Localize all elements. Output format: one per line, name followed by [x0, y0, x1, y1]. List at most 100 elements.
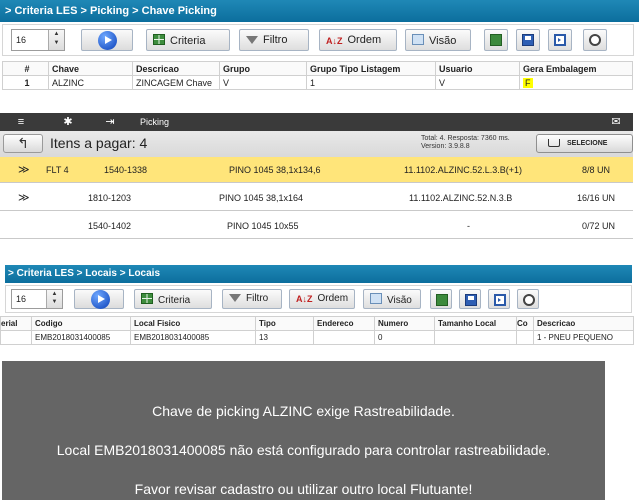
- col-serial[interactable]: erial: [0, 316, 32, 331]
- sort-icon: A↓Z: [296, 294, 313, 304]
- cell-chave: ALZINC: [48, 75, 133, 90]
- message-line-2: Local EMB2018031400085 não está configur…: [56, 442, 551, 458]
- error-message-box: Chave de picking ALZINC exige Rastreabil…: [2, 361, 605, 500]
- col-num[interactable]: #: [2, 61, 49, 76]
- toolbar: 16 ▲ ▼ Criteria Filtro A↓Z Ordem Visão: [2, 24, 634, 56]
- col-usuario[interactable]: Usuario: [435, 61, 520, 76]
- filtro-button[interactable]: Filtro: [239, 29, 309, 51]
- col-grupo-tipo[interactable]: Grupo Tipo Listagem: [306, 61, 436, 76]
- tools-button[interactable]: [583, 29, 607, 51]
- page-size-value: 16: [16, 35, 27, 45]
- execute-button[interactable]: [74, 289, 124, 309]
- col-chave[interactable]: Chave: [48, 61, 133, 76]
- save-icon: [465, 294, 477, 306]
- wrench-icon: [589, 34, 601, 46]
- cell-co: [516, 330, 534, 345]
- export-excel-button[interactable]: [484, 29, 508, 51]
- picking-item-row[interactable]: ≫ 1810-1203 PINO 1045 38,1x164 11.1102.A…: [0, 185, 633, 211]
- item-location: -: [467, 221, 470, 231]
- col-codigo[interactable]: Codigo: [31, 316, 131, 331]
- toolbar: 16 ▲ ▼ Criteria Filtro A↓Z Ordem Visão: [5, 285, 632, 313]
- table-row[interactable]: 1 ALZINC ZINCAGEM Chave V 1 V F: [2, 75, 633, 90]
- chave-picking-table: # Chave Descricao Grupo Grupo Tipo Lista…: [2, 61, 633, 90]
- back-button[interactable]: ↰: [3, 134, 43, 153]
- item-description: PINO 1045 38,1x164: [219, 193, 304, 203]
- col-endereco[interactable]: Endereco: [313, 316, 375, 331]
- cell-codigo: EMB2018031400085: [31, 330, 131, 345]
- table-header: # Chave Descricao Grupo Grupo Tipo Lista…: [2, 61, 633, 76]
- check-icon[interactable]: ≫: [18, 163, 30, 176]
- execute-button[interactable]: [81, 29, 133, 51]
- col-numero[interactable]: Numero: [374, 316, 435, 331]
- item-flt: FLT 4: [46, 165, 69, 175]
- page-size-stepper[interactable]: 16 ▲ ▼: [11, 289, 63, 309]
- wrench-icon: [523, 294, 535, 306]
- navigate-button[interactable]: [548, 29, 572, 51]
- criteria-button[interactable]: Criteria: [134, 289, 212, 309]
- check-icon[interactable]: ≫: [18, 191, 30, 204]
- chave-picking-panel: > Criteria LES > Picking > Chave Picking…: [0, 0, 639, 100]
- col-descricao[interactable]: Descricao: [132, 61, 220, 76]
- save-button[interactable]: [459, 289, 481, 309]
- save-button[interactable]: [516, 29, 540, 51]
- stepper-arrows[interactable]: ▲ ▼: [46, 290, 62, 308]
- message-line-3: Favor revisar cadastro ou utilizar outro…: [134, 481, 473, 497]
- view-icon: [370, 293, 382, 304]
- ordem-button[interactable]: A↓Z Ordem: [319, 29, 397, 51]
- play-icon: [91, 290, 110, 309]
- excel-icon: [490, 34, 502, 46]
- page-size-value: 16: [16, 294, 27, 304]
- navigate-icon: [554, 34, 566, 46]
- funnel-icon: [246, 36, 258, 44]
- breadcrumb: > Criteria LES > Picking > Chave Picking: [0, 0, 639, 22]
- col-gera-embalagem[interactable]: Gera Embalagem: [519, 61, 633, 76]
- cell-tipo: 13: [255, 330, 314, 345]
- table-row[interactable]: EMB2018031400085 EMB2018031400085 13 0 1…: [0, 330, 634, 345]
- criteria-button[interactable]: Criteria: [146, 29, 230, 51]
- item-code: 1810-1203: [88, 193, 132, 203]
- picking-item-row[interactable]: ≫ FLT 4 1540-1338 PINO 1045 38,1x134,6 1…: [0, 157, 633, 183]
- selecione-button[interactable]: SELECIONE: [536, 134, 633, 153]
- col-grupo[interactable]: Grupo: [219, 61, 307, 76]
- col-tamanho-local[interactable]: Tamanho Local: [434, 316, 517, 331]
- page-size-stepper[interactable]: 16 ▲ ▼: [11, 29, 65, 51]
- col-tipo[interactable]: Tipo: [255, 316, 314, 331]
- col-co[interactable]: Co: [516, 316, 534, 331]
- navigate-button[interactable]: [488, 289, 510, 309]
- grid-icon: [141, 293, 153, 304]
- excel-icon: [436, 294, 448, 306]
- col-local-fisico[interactable]: Local Fisico: [130, 316, 256, 331]
- menu-icon[interactable]: ≡: [14, 116, 28, 128]
- message-line-1: Chave de picking ALZINC exige Rastreabil…: [152, 403, 455, 419]
- visao-button[interactable]: Visão: [363, 289, 421, 309]
- cell-endereco: [313, 330, 375, 345]
- col-descricao[interactable]: Descricao: [533, 316, 634, 331]
- cell-grupo: V: [219, 75, 307, 90]
- picking-top-bar: ≡ ✱ ⇥ Picking ✉: [0, 113, 633, 131]
- table-header: erial Codigo Local Fisico Tipo Endereco …: [0, 316, 634, 331]
- item-quantity: 16/16 UN: [577, 193, 616, 203]
- cell-serial: [0, 330, 32, 345]
- export-excel-button[interactable]: [430, 289, 452, 309]
- gear-icon[interactable]: ✱: [61, 116, 75, 128]
- item-quantity: 8/8 UN: [582, 165, 611, 175]
- navigate-icon: [494, 294, 506, 306]
- filtro-button[interactable]: Filtro: [222, 289, 282, 309]
- cell-descricao: ZINCAGEM Chave: [132, 75, 220, 90]
- item-code: 1540-1338: [104, 165, 148, 175]
- tools-button[interactable]: [517, 289, 539, 309]
- visao-button[interactable]: Visão: [405, 29, 471, 51]
- locais-table: erial Codigo Local Fisico Tipo Endereco …: [0, 316, 634, 345]
- stepper-arrows[interactable]: ▲ ▼: [48, 30, 64, 50]
- items-count-title: Itens a pagar: 4: [50, 135, 148, 151]
- picking-item-row[interactable]: 1540-1402 PINO 1045 10x55 - 0/72 UN: [0, 213, 633, 239]
- cell-usuario: V: [435, 75, 520, 90]
- mail-icon[interactable]: ✉: [609, 116, 623, 128]
- item-description: PINO 1045 10x55: [227, 221, 299, 231]
- ordem-button[interactable]: A↓Z Ordem: [289, 289, 355, 309]
- item-quantity: 0/72 UN: [582, 221, 616, 231]
- cell-gera-embalagem: F: [519, 75, 633, 90]
- exit-icon[interactable]: ⇥: [103, 116, 117, 128]
- picking-title: Picking: [140, 117, 170, 127]
- cell-num: 1: [2, 75, 49, 90]
